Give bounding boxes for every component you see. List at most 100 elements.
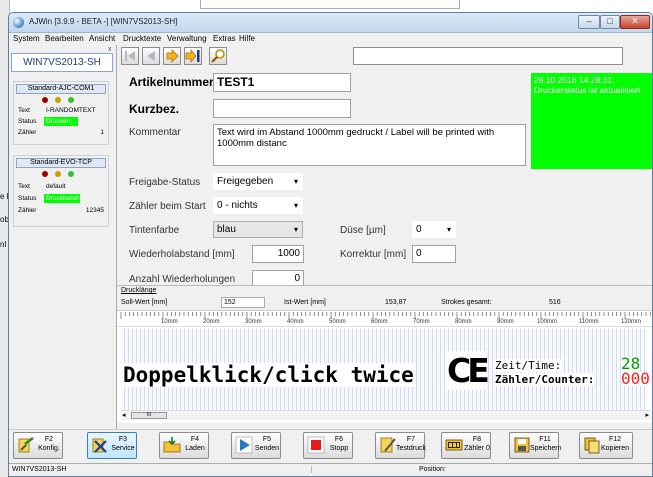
fkey-label: F11 [539,436,551,443]
f4-load-button[interactable]: F4 Laden [159,432,209,459]
sidebar-close-icon[interactable]: x [108,46,112,53]
menu-extras[interactable]: Extras [213,34,236,43]
wiederholabstand-field[interactable]: 1000 [252,245,304,263]
printer-name: Standard-AJC-COM1 [16,84,106,94]
ruler-label: 10mm [161,319,178,325]
fkey-text: Speichern [530,445,562,452]
window-title: AJWin [3.9.9 - BETA -] [WIN7VS2013-SH] [29,17,178,26]
status-host: WIN7VS2013-SH [12,466,67,473]
printer-sidebar: x WIN7VS2013-SH Standard-AJC-COM1 Text I… [9,45,117,443]
ce-mark: CE [447,351,490,390]
fkey-label: F3 [118,436,128,443]
menu-bar: System Bearbeiten Ansicht Drucktexte Ver… [9,33,652,45]
freigabe-value: Freigegeben [217,176,274,187]
testprint-icon [380,437,396,453]
tintenfarbe-select[interactable]: blau ▾ [213,221,303,238]
zaehler-start-label: Zähler beim Start [129,201,206,212]
scroll-right-icon[interactable]: ▸ [645,411,649,419]
f11-save-button[interactable]: F11 Speichern [509,432,562,459]
ruler-label: 30mm [245,319,262,325]
fkey-label: F4 [190,436,200,443]
soll-field[interactable]: 152 [221,297,265,308]
anzahl-field[interactable]: 0 [252,270,304,285]
menu-verwaltung[interactable]: Verwaltung [167,34,207,43]
printer-status-row: Status Drucken... [14,117,110,127]
printer-text-value: I-RANDOMTEXT [46,107,96,114]
menu-ansicht[interactable]: Ansicht [89,34,115,43]
f5-send-button[interactable]: F5 Senden [231,432,281,459]
copy-icon [584,437,600,454]
fkey-label: F6 [334,436,344,443]
scrollbar-thumb[interactable]: III [131,412,167,419]
f6-stop-button[interactable]: F6 Stopp [303,432,353,459]
scroll-left-icon[interactable]: ◂ [122,411,126,419]
ruler-label: 70mm [413,319,430,325]
menu-system[interactable]: System [13,34,40,43]
close-button[interactable]: ✕ [620,15,650,29]
zaehler-start-select[interactable]: 0 - nichts ▾ [213,197,303,214]
tintenfarbe-label: Tintenfarbe [129,225,180,236]
row-label: Zähler [18,207,37,214]
fkey-text: Konfig. [38,445,60,452]
printer-status-badge: Druckbereit [44,194,80,203]
printer-panel[interactable]: Standard-EVO-TCP Text default Status Dru… [13,155,109,227]
print-preview[interactable]: 10mm 20mm 30mm 40mm 50mm 60mm 70mm 80mm … [117,311,652,423]
last-record-icon[interactable] [184,47,202,65]
f12-copy-button[interactable]: F12 Kopieren [579,432,633,459]
stop-icon [307,436,325,454]
sidebar-host-title: WIN7VS2013-SH [11,53,113,72]
row-label: Zähler [18,129,37,136]
service-icon [92,438,107,453]
function-key-bar: F2 Konfig. F3 Service F4 Laden F5 Senden… [9,429,652,463]
menu-hilfe[interactable]: Hilfe [239,34,255,43]
duese-value: 0 [416,224,422,235]
app-logo-icon [13,17,24,28]
menu-bearbeiten[interactable]: Bearbeiten [45,34,84,43]
dropdown-arrow-icon: ▾ [293,225,298,234]
status-message-box: 28.10.2016 14:28:31: Druckerstatus ist a… [531,73,652,169]
first-record-icon[interactable] [121,47,139,65]
tintenfarbe-value: blau [217,224,236,235]
ruler-label: 120mm [621,319,642,325]
ruler-label: 60mm [371,319,388,325]
preview-scrollbar[interactable]: ◂ III ▸ [121,410,651,420]
f3-service-button[interactable]: F3 Service [87,432,137,459]
menu-drucktexte[interactable]: Drucktexte [123,34,161,43]
soll-label: Soll-Wert [mm] [121,299,168,306]
printer-counter-row: Zähler 12345 [14,206,110,216]
f8-counter-reset-button[interactable]: F8 Zähler 0 [441,432,491,459]
background-app-tab [200,0,460,9]
printer-name: Standard-EVO-TCP [16,158,106,168]
printer-panel[interactable]: Standard-AJC-COM1 Text I-RANDOMTEXT Stat… [13,81,109,145]
printer-status-badge: Drucken... [44,117,78,126]
strokes-value: 516 [549,299,561,306]
f7-testprint-button[interactable]: F7 Testdruck [375,432,426,459]
minimize-button[interactable]: – [578,15,600,29]
previous-record-icon[interactable] [142,47,160,65]
ist-value: 153,87 [385,299,407,306]
kurzbez-label: Kurzbez. [129,102,180,116]
search-input[interactable] [353,47,623,65]
kurzbez-field[interactable] [213,99,351,118]
search-icon[interactable] [209,47,227,65]
preview-counter-value: 000 [621,369,650,388]
korrektur-field[interactable]: 0 [412,245,456,263]
maximize-button[interactable]: □ [600,15,620,29]
duese-select[interactable]: 0 ▾ [412,221,456,238]
fkey-label: F7 [406,436,416,443]
freigabe-select[interactable]: Freigegeben ▾ [213,173,303,190]
artikelnummer-field[interactable]: TEST1 [213,73,351,92]
app-window: AJWin [3.9.9 - BETA -] [WIN7VS2013-SH] –… [8,12,653,477]
korrektur-label: Korrektur [mm] [340,249,407,260]
fkey-text: Senden [254,445,280,452]
f2-config-button[interactable]: F2 Konfig. [13,432,63,459]
next-record-icon[interactable] [163,47,181,65]
wiederholabstand-label: Wiederholabstand [mm] [129,249,235,260]
fkey-label: F8 [472,436,482,443]
load-icon [163,437,181,453]
drucklaenge-title: Drucklänge [121,287,157,294]
printer-counter-value: 12345 [85,207,104,214]
kommentar-field[interactable]: Text wird im Abstand 1000mm gedruckt / L… [213,124,526,166]
preview-time-label: Zeit/Time: [495,359,562,372]
drucklaenge-panel: Drucklänge Soll-Wert [mm] 152 Ist-Wert [… [117,285,652,311]
